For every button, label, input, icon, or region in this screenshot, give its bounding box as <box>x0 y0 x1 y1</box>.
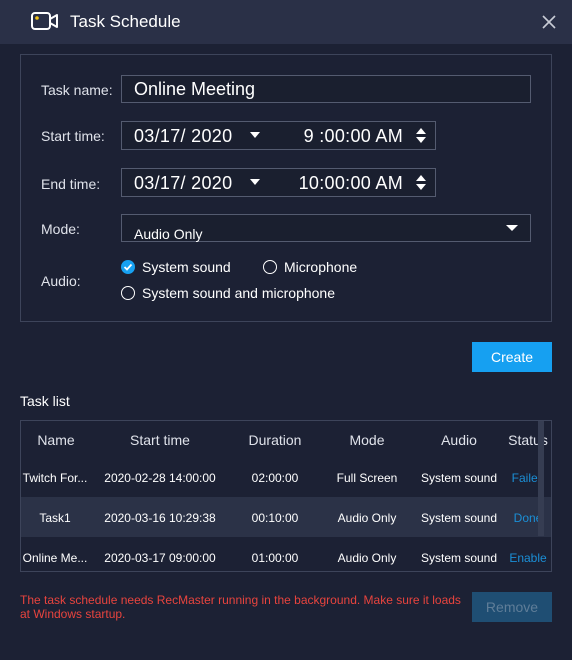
cell-mode: Audio Only <box>337 551 397 565</box>
cell-duration: 01:00:00 <box>251 551 299 565</box>
cell-duration: 00:10:00 <box>251 511 299 525</box>
cell-start-time: 2020-02-28 14:00:00 <box>104 471 216 485</box>
task-name-input[interactable] <box>122 76 530 102</box>
task-table: Name Start time Duration Mode Audio Stat… <box>20 420 552 572</box>
audio-option-label: Microphone <box>284 259 358 275</box>
checked-radio-icon[interactable] <box>121 260 135 274</box>
column-header-duration[interactable]: Duration <box>249 432 302 448</box>
task-name-label: Task name: <box>41 82 113 98</box>
title-bar: Task Schedule <box>0 0 572 44</box>
end-time-value[interactable]: 10:00:00 AM <box>299 173 403 194</box>
end-date-dropdown-icon[interactable] <box>250 179 260 185</box>
cell-duration: 02:00:00 <box>251 471 299 485</box>
mode-value: Audio Only <box>134 226 203 242</box>
start-date-dropdown-icon[interactable] <box>250 132 260 138</box>
radio-icon[interactable] <box>263 260 277 274</box>
radio-icon[interactable] <box>121 286 135 300</box>
start-datetime-picker[interactable]: 03/17/ 2020 9 :00:00 AM <box>121 121 436 150</box>
column-header-mode[interactable]: Mode <box>349 432 384 448</box>
table-row[interactable]: Task1 2020-03-16 10:29:38 00:10:00 Audio… <box>21 497 551 537</box>
cell-audio: System sound <box>420 511 498 525</box>
end-time-label: End time: <box>41 176 101 192</box>
start-time-label: Start time: <box>41 128 105 144</box>
cell-mode: Audio Only <box>337 511 397 525</box>
cell-name: Twitch For... <box>22 471 88 485</box>
end-datetime-picker[interactable]: 03/17/ 2020 10:00:00 AM <box>121 168 436 197</box>
start-date-value[interactable]: 03/17/ 2020 <box>134 126 232 147</box>
cell-name: Online Me... <box>22 551 88 565</box>
start-time-spinner[interactable] <box>416 128 426 144</box>
end-time-spinner[interactable] <box>416 175 426 191</box>
spin-down-icon[interactable] <box>416 184 426 190</box>
task-list-title: Task list <box>20 393 70 409</box>
remove-button[interactable]: Remove <box>472 592 552 622</box>
mode-label: Mode: <box>41 221 80 237</box>
cell-audio: System sound <box>420 471 498 485</box>
cell-start-time: 2020-03-16 10:29:38 <box>104 511 216 525</box>
table-row[interactable]: Twitch For... 2020-02-28 14:00:00 02:00:… <box>21 457 551 497</box>
chevron-down-icon[interactable] <box>506 225 518 231</box>
cell-start-time: 2020-03-17 09:00:00 <box>104 551 216 565</box>
cell-mode: Full Screen <box>336 471 398 485</box>
end-date-value[interactable]: 03/17/ 2020 <box>134 173 232 194</box>
close-icon[interactable] <box>541 14 557 30</box>
column-header-start-time[interactable]: Start time <box>130 432 190 448</box>
cell-status-link[interactable]: Enable <box>509 551 546 565</box>
column-header-name[interactable]: Name <box>37 432 74 448</box>
create-button[interactable]: Create <box>472 342 552 372</box>
cell-audio: System sound <box>420 551 498 565</box>
window-title: Task Schedule <box>70 12 181 31</box>
audio-option-label: System sound <box>142 259 231 275</box>
spin-up-icon[interactable] <box>416 175 426 181</box>
audio-label: Audio: <box>41 273 81 289</box>
start-time-value[interactable]: 9 :00:00 AM <box>304 126 403 147</box>
column-header-audio[interactable]: Audio <box>441 432 477 448</box>
task-name-field[interactable] <box>121 75 531 103</box>
spin-up-icon[interactable] <box>416 128 426 134</box>
table-scrollbar[interactable] <box>538 421 544 536</box>
spin-down-icon[interactable] <box>416 137 426 143</box>
cell-name: Task1 <box>39 511 71 525</box>
background-warning-note: The task schedule needs RecMaster runnin… <box>20 593 461 621</box>
table-row[interactable]: Online Me... 2020-03-17 09:00:00 01:00:0… <box>21 537 551 571</box>
mode-select[interactable]: Audio Only <box>121 214 531 242</box>
video-camera-icon <box>31 12 58 30</box>
audio-option-label: System sound and microphone <box>142 285 335 301</box>
task-form: Task name: Start time: 03/17/ 2020 9 :00… <box>20 54 552 322</box>
